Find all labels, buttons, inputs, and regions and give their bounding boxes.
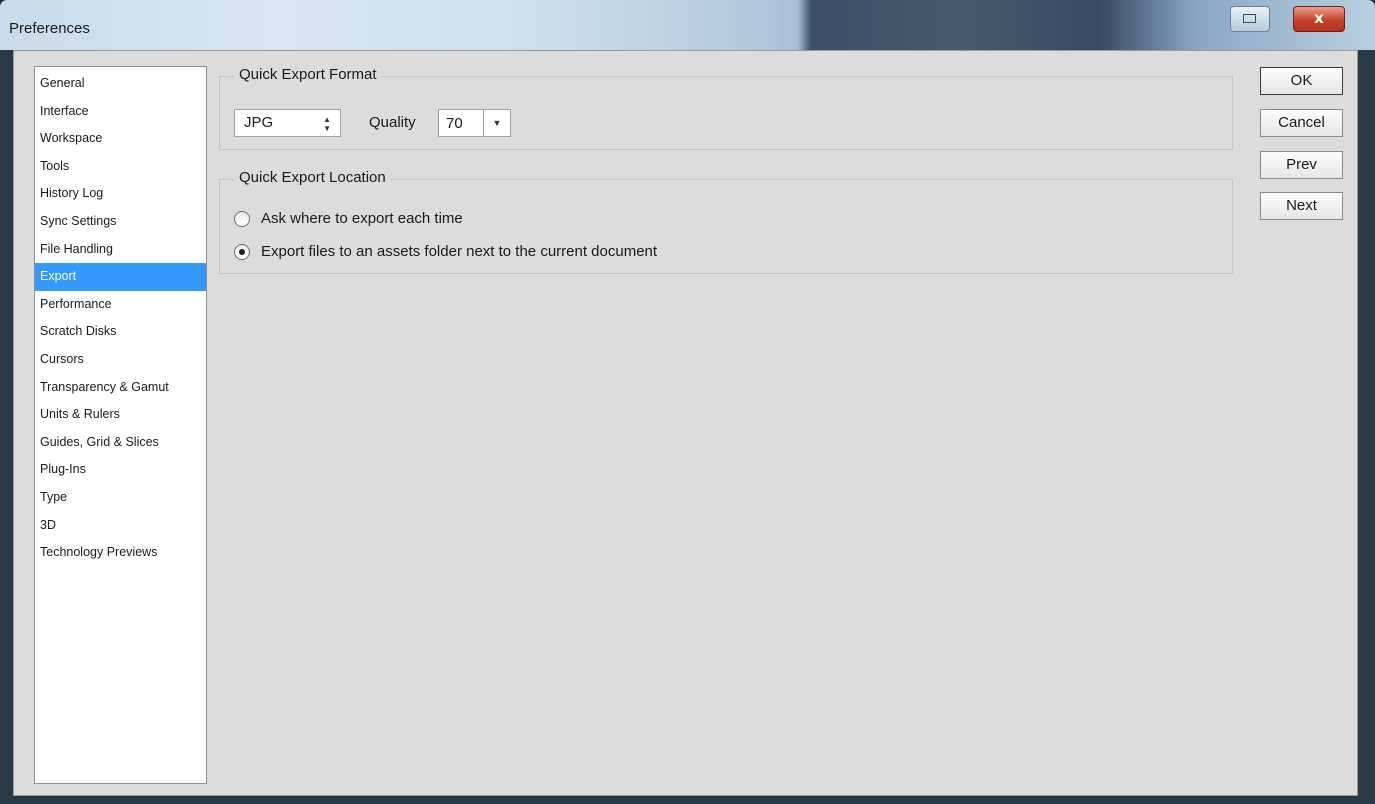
quality-label: Quality <box>369 114 416 131</box>
dialog-body: General Interface Workspace Tools History Lo… <box>13 50 1358 796</box>
sidebar-item-sync-settings[interactable]: Sync Settings <box>35 208 206 236</box>
preferences-window: Preferences x General Interface Workspace T… <box>0 0 1375 804</box>
radio-assets-label[interactable]: Export files to an assets folder next to… <box>261 243 657 260</box>
quality-dropdown-button[interactable]: ▼ <box>483 110 510 136</box>
group-title-format: Quick Export Format <box>234 66 382 83</box>
sidebar-item-transparency-gamut[interactable]: Transparency & Gamut <box>35 374 206 402</box>
sidebar-item-guides-grid-slices[interactable]: Guides, Grid & Slices <box>35 429 206 457</box>
category-list: General Interface Workspace Tools History Lo… <box>34 66 207 784</box>
restore-icon <box>1243 14 1256 23</box>
sidebar-item-interface[interactable]: Interface <box>35 98 206 126</box>
next-button[interactable]: Next <box>1260 192 1343 220</box>
restore-button[interactable] <box>1230 6 1270 32</box>
radio-ask-circle[interactable] <box>234 211 250 227</box>
sidebar-item-performance[interactable]: Performance <box>35 291 206 319</box>
quality-combo[interactable]: 70 ▼ <box>438 109 511 137</box>
sidebar-item-file-handling[interactable]: File Handling <box>35 236 206 264</box>
sidebar-item-general[interactable]: General <box>35 70 206 98</box>
sidebar-item-scratch-disks[interactable]: Scratch Disks <box>35 318 206 346</box>
title-bar[interactable]: Preferences x <box>0 0 1375 50</box>
group-title-location: Quick Export Location <box>234 169 391 186</box>
sidebar-item-history-log[interactable]: History Log <box>35 180 206 208</box>
quick-export-location-group: Quick Export Location Ask where to expor… <box>219 169 1233 274</box>
prev-button[interactable]: Prev <box>1260 151 1343 179</box>
sidebar-item-export[interactable]: Export <box>35 263 206 291</box>
updown-arrows-icon: ▲ ▼ <box>323 115 331 133</box>
ok-button[interactable]: OK <box>1260 67 1343 95</box>
close-icon: x <box>1314 9 1324 27</box>
close-button[interactable]: x <box>1293 6 1345 32</box>
sidebar-item-3d[interactable]: 3D <box>35 512 206 540</box>
radio-ask-label[interactable]: Ask where to export each time <box>261 210 463 227</box>
cancel-button[interactable]: Cancel <box>1260 109 1343 137</box>
chevron-down-icon: ▼ <box>492 118 502 128</box>
sidebar-item-plug-ins[interactable]: Plug-Ins <box>35 456 206 484</box>
quick-export-format-group: Quick Export Format JPG ▲ ▼ Quality 70 ▼ <box>219 66 1233 150</box>
sidebar-item-technology-previews[interactable]: Technology Previews <box>35 539 206 567</box>
sidebar-item-tools[interactable]: Tools <box>35 153 206 181</box>
sidebar-item-workspace[interactable]: Workspace <box>35 125 206 153</box>
format-select[interactable]: JPG ▲ ▼ <box>234 109 341 137</box>
format-select-value: JPG <box>244 114 274 131</box>
sidebar-item-type[interactable]: Type <box>35 484 206 512</box>
sidebar-item-units-rulers[interactable]: Units & Rulers <box>35 401 206 429</box>
quality-input[interactable]: 70 <box>446 115 463 132</box>
radio-assets-circle[interactable] <box>234 244 250 260</box>
window-title: Preferences <box>9 20 90 37</box>
sidebar-item-cursors[interactable]: Cursors <box>35 346 206 374</box>
